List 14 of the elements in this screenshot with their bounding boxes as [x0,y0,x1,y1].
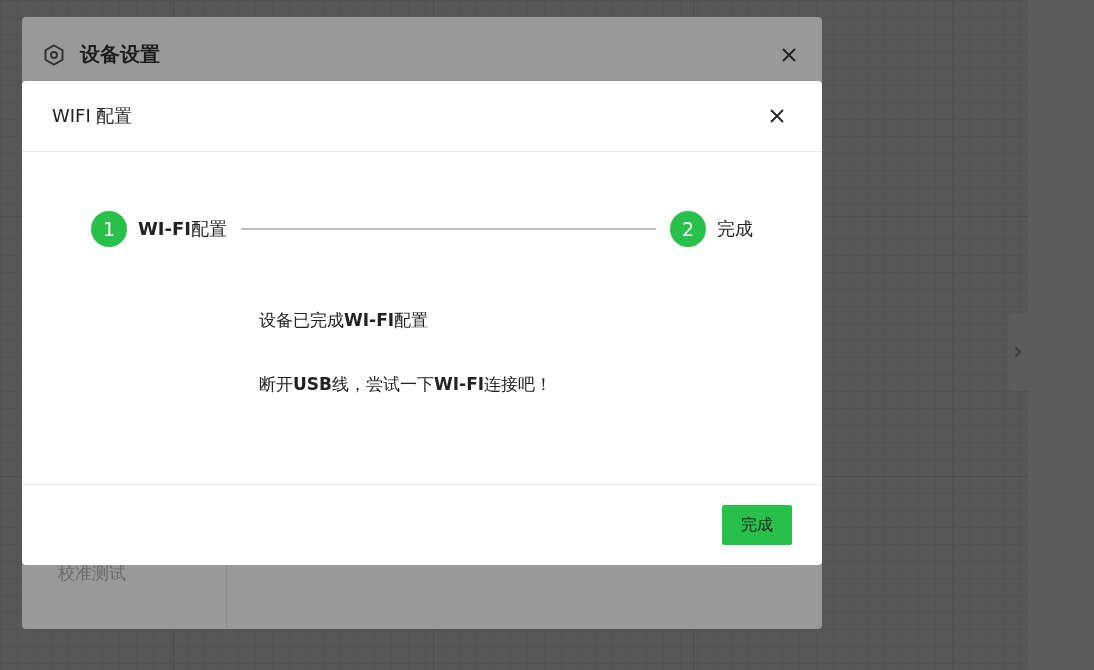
message-text: 断开USB线，尝试一下WI-FI连接吧！ [259,373,554,396]
dialog-title: 设备设置 [80,41,161,68]
dialog-title: WIFI 配置 [52,104,134,128]
chevron-right-icon [1014,346,1022,358]
step-number: 1 [91,211,127,247]
close-icon[interactable] [770,109,784,123]
hexagon-settings-icon [44,43,64,66]
step-number: 2 [670,211,706,247]
collapse-handle[interactable] [1008,313,1028,391]
step-label: WI-FI配置 [138,217,227,241]
step-label: 完成 [717,217,753,241]
close-icon[interactable] [782,47,796,62]
finish-button[interactable]: 完成 [722,505,792,545]
message-text: 设备已完成WI-FI配置 [259,309,430,332]
